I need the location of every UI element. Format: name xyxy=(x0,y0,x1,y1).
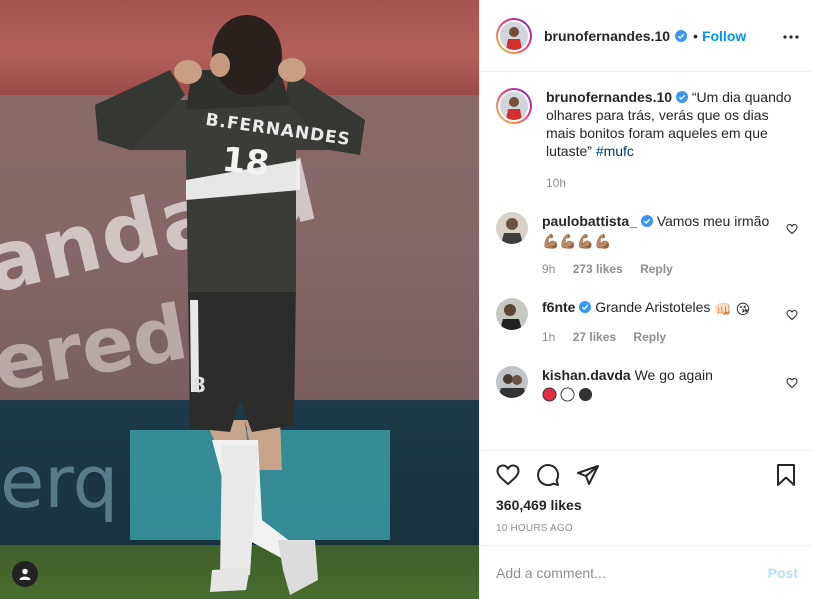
kiss-face-emoji: 😘 xyxy=(735,301,751,317)
comment-avatar[interactable] xyxy=(496,366,528,398)
white-circle-icon xyxy=(560,387,575,402)
comment-username[interactable]: f6nte xyxy=(542,299,575,315)
post-actions: 360,469 likes 10 HOURS AGO xyxy=(480,450,813,534)
post-timestamp[interactable]: 10 HOURS AGO xyxy=(496,523,798,534)
follow-button[interactable]: Follow xyxy=(702,28,746,44)
likes-count[interactable]: 360,469 likes xyxy=(496,497,798,513)
post-photo[interactable]: andard ered S erq 8 B.FERNANDES 18 xyxy=(0,0,479,599)
caption: brunofernandes.10 “Um dia quando olhares… xyxy=(496,88,798,192)
more-icon xyxy=(783,35,799,39)
black-circle-icon xyxy=(578,387,593,402)
comment-meta: 9h 273 likes Reply xyxy=(542,260,774,278)
comment-likes[interactable]: 27 likes xyxy=(573,330,616,344)
avatar xyxy=(500,21,528,50)
verified-badge-icon xyxy=(579,301,592,313)
caption-avatar xyxy=(500,92,528,120)
comment-time[interactable]: 1h xyxy=(542,330,555,344)
comment-item: f6nte Grande Aristoteles 👊🏻 😘 1h 27 like… xyxy=(496,298,798,346)
caption-username[interactable]: brunofernandes.10 xyxy=(546,89,672,105)
fist-emoji: 👊🏻 xyxy=(714,301,732,317)
caption-time[interactable]: 10h xyxy=(546,176,566,190)
verified-badge-icon xyxy=(640,215,653,227)
football-player: 8 xyxy=(95,15,365,595)
comment-meta: 1h 27 likes Reply xyxy=(542,328,774,346)
circle-emojis xyxy=(542,387,774,402)
like-comment-button[interactable] xyxy=(786,308,798,324)
tagged-user-button[interactable] xyxy=(12,561,38,587)
share-button[interactable] xyxy=(576,463,600,487)
svg-text:8: 8 xyxy=(192,373,206,397)
comment-body: paulobattista_ Vamos meu irmão 💪🏽💪🏽💪🏽💪🏽 … xyxy=(542,212,798,278)
comment-username[interactable]: paulobattista_ xyxy=(542,213,637,229)
comment-text: We go again xyxy=(634,367,713,383)
save-button[interactable] xyxy=(774,463,798,487)
caption-body: brunofernandes.10 “Um dia quando olhares… xyxy=(546,88,798,192)
bookmark-icon xyxy=(777,464,795,486)
post-header: brunofernandes.10 • Follow xyxy=(480,0,813,72)
instagram-post: andard ered S erq 8 B.FERNANDES 18 bruno… xyxy=(0,0,813,599)
comment-button[interactable] xyxy=(536,463,560,487)
action-icons xyxy=(496,451,798,499)
heart-outline-icon xyxy=(786,309,798,321)
post-author-username[interactable]: brunofernandes.10 xyxy=(544,28,670,44)
comment-item: kishan.davda We go again xyxy=(496,366,798,402)
separator-dot: • xyxy=(693,27,698,44)
flexed-biceps-emoji: 💪🏽💪🏽💪🏽💪🏽 xyxy=(542,233,612,249)
jersey-number: 18 xyxy=(220,139,272,185)
send-icon xyxy=(577,465,599,485)
reply-button[interactable]: Reply xyxy=(633,330,666,344)
comment-input[interactable] xyxy=(496,564,768,581)
comment-avatar[interactable] xyxy=(496,298,528,330)
heart-outline-icon xyxy=(786,223,798,235)
user-icon xyxy=(19,568,31,580)
comment-body: f6nte Grande Aristoteles 👊🏻 😘 1h 27 like… xyxy=(542,298,798,346)
comments-list[interactable]: brunofernandes.10 “Um dia quando olhares… xyxy=(480,72,813,450)
comment-icon xyxy=(537,464,560,487)
heart-outline-icon xyxy=(786,377,798,389)
story-ring[interactable] xyxy=(496,17,532,54)
red-circle-icon xyxy=(542,387,557,402)
heart-icon xyxy=(496,464,520,486)
verified-badge-icon xyxy=(675,91,688,103)
comment-item: paulobattista_ Vamos meu irmão 💪🏽💪🏽💪🏽💪🏽 … xyxy=(496,212,798,278)
like-comment-button[interactable] xyxy=(786,222,798,238)
reply-button[interactable]: Reply xyxy=(640,262,673,276)
comment-likes[interactable]: 273 likes xyxy=(573,262,623,276)
comment-text: Grande Aristoteles xyxy=(595,299,711,315)
add-comment-bar: Post xyxy=(480,545,813,599)
comment-avatar[interactable] xyxy=(496,212,528,244)
caption-meta: 10h xyxy=(546,174,798,192)
verified-badge-icon xyxy=(675,29,688,42)
comment-time[interactable]: 9h xyxy=(542,262,555,276)
more-options-button[interactable] xyxy=(783,26,799,42)
caption-story-ring[interactable] xyxy=(496,88,532,124)
hashtag-link[interactable]: #mufc xyxy=(596,143,634,159)
comment-body: kishan.davda We go again xyxy=(542,366,798,402)
post-comment-button[interactable]: Post xyxy=(768,565,798,581)
like-comment-button[interactable] xyxy=(786,376,798,392)
like-button[interactable] xyxy=(496,463,520,487)
comment-text: Vamos meu irmão xyxy=(656,213,770,229)
comment-username[interactable]: kishan.davda xyxy=(542,367,631,383)
post-sidebar: brunofernandes.10 • Follow brunofernande… xyxy=(479,0,813,599)
